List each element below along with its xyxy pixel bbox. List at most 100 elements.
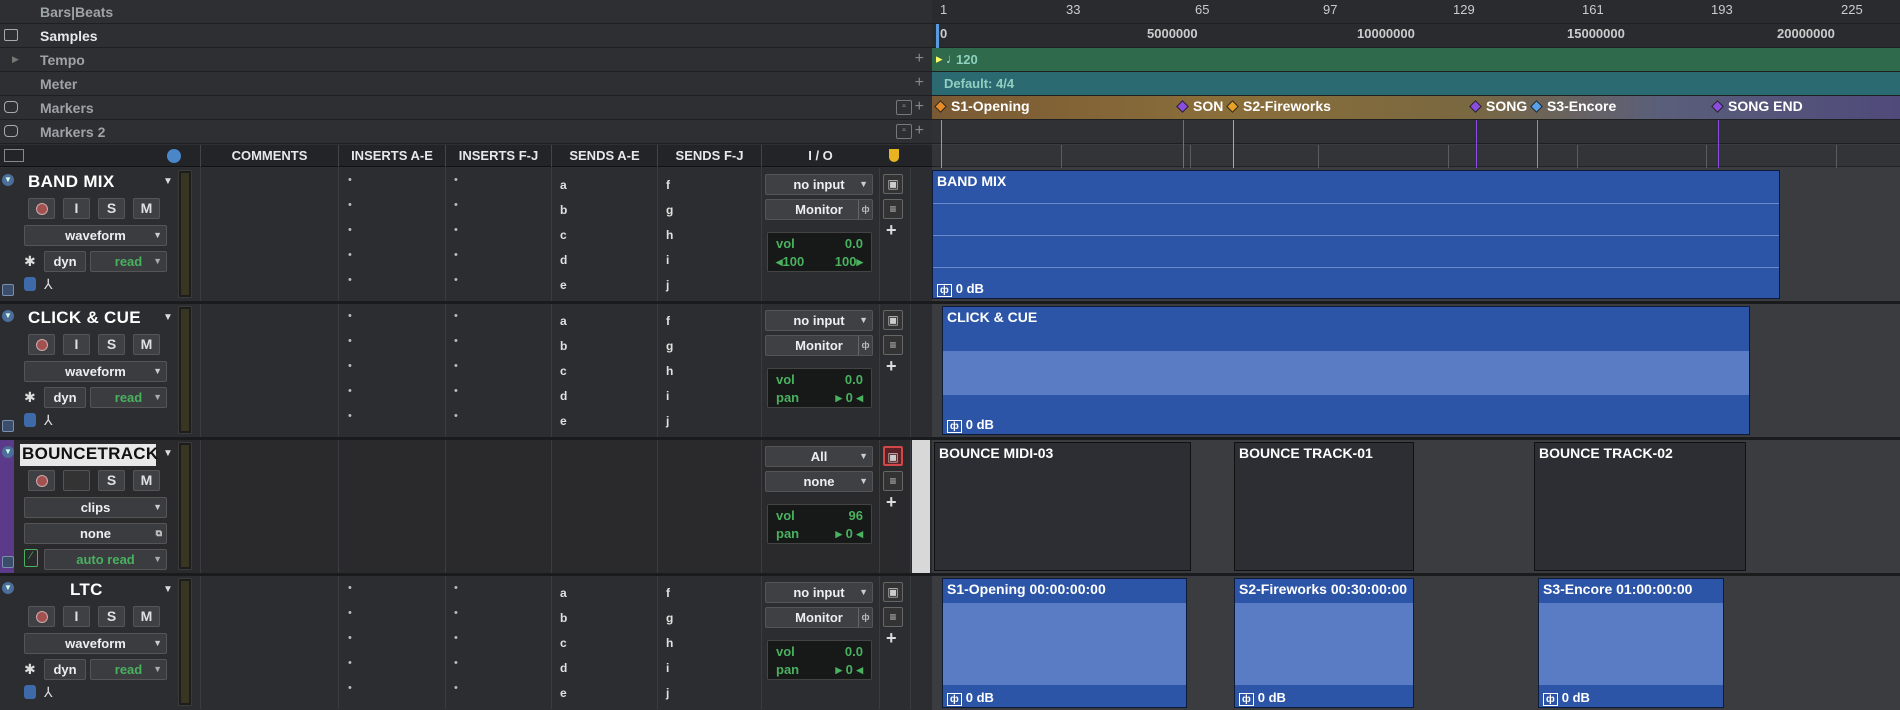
comment-icon[interactable]: ≡ [883,199,903,219]
chevron-down-icon[interactable]: ▼ [163,312,173,323]
input-select[interactable]: no input ▼ [765,582,873,603]
voice-icon[interactable]: ⅄ [44,684,53,701]
marker[interactable]: SON [1176,98,1223,114]
volume-pan-display[interactable]: vol 0.0 pan ▸ 0 ◂ [767,640,872,680]
chevron-down-icon[interactable]: ▼ [163,448,173,459]
insert-slot[interactable]: • [454,360,458,372]
send-slot[interactable]: b [560,339,567,353]
track-color-icon[interactable] [2,420,14,432]
record-button[interactable] [28,470,55,491]
samples-ruler[interactable]: 0 5000000 10000000 15000000 20000000 [932,24,1900,48]
input-button[interactable]: I [63,198,90,219]
clip[interactable]: BOUNCE TRACK-02 [1534,442,1746,571]
column-sends-fj[interactable]: SENDS F-J [657,145,761,167]
automation-mode-select[interactable]: read ▼ [90,387,167,408]
input-select[interactable]: All ▼ [765,446,873,467]
send-slot[interactable]: i [666,389,669,403]
mute-button[interactable]: M [133,470,160,491]
send-slot[interactable]: i [666,661,669,675]
automation-mode-select[interactable]: read ▼ [90,251,167,272]
solo-button[interactable]: S [98,606,125,627]
track-color-icon[interactable] [2,284,14,296]
pan-value[interactable]: ▸ 0 ◂ [835,662,863,678]
clip[interactable]: BAND MIX ф0 dB [932,170,1780,299]
clip[interactable]: CLICK & CUE ф0 dB [942,306,1750,435]
send-slot[interactable]: a [560,178,567,192]
dyn-button[interactable]: dyn [44,659,86,680]
bars-beats-ruler[interactable]: 1 33 65 97 129 161 193 225 [932,0,1900,24]
insert-slot[interactable]: • [454,274,458,286]
send-slot[interactable]: b [560,203,567,217]
track-color-icon[interactable] [2,556,14,568]
insert-slot[interactable]: • [454,385,458,397]
send-slot[interactable]: j [666,414,669,428]
output-select[interactable]: Monitor ф [765,199,873,220]
send-slot[interactable]: g [666,611,673,625]
ruler-bars-beats[interactable]: Bars|Beats [0,0,932,24]
clip-gain[interactable]: ф0 dB [1543,690,1590,706]
marker-window-icon[interactable]: ▫ [896,124,912,139]
pan-right-value[interactable]: 100▸ [835,254,863,270]
output-window-icon[interactable]: ▣ [883,310,903,330]
timebase-icon[interactable] [24,277,36,291]
input-select[interactable]: no input ▼ [765,174,873,195]
track-view-secondary[interactable]: none ⧉ [24,523,167,544]
timebase-icon[interactable] [24,413,36,427]
tempo-ruler[interactable]: ▸ ♩ 120 [932,48,1900,72]
insert-slot[interactable]: • [348,657,352,669]
asterisk-icon[interactable]: ✱ [24,389,36,406]
column-io[interactable]: I / O [761,145,879,167]
send-slot[interactable]: h [666,228,673,242]
clip[interactable]: S1-Opening 00:00:00:00 ф0 dB [942,578,1187,708]
send-slot[interactable]: f [666,586,670,600]
lane-click-cue[interactable]: CLICK & CUE ф0 dB [932,304,1900,440]
timebase-icon[interactable] [24,685,36,699]
insert-slot[interactable]: • [454,607,458,619]
send-slot[interactable]: e [560,278,567,292]
send-slot[interactable]: e [560,414,567,428]
input-button[interactable]: I [63,334,90,355]
marker-window-icon[interactable]: ▫ [896,100,912,115]
playhead[interactable] [936,24,939,48]
insert-slot[interactable]: • [348,582,352,594]
insert-slot[interactable]: • [348,385,352,397]
add-marker-icon[interactable]: + [915,98,924,116]
insert-slot[interactable]: • [454,249,458,261]
markers2-ruler[interactable] [932,120,1900,144]
clip[interactable]: S2-Fireworks 00:30:00:00 ф0 dB [1234,578,1414,708]
add-button[interactable]: + [886,356,897,377]
volume-pan-display[interactable]: vol 0.0 pan ▸ 0 ◂ [767,368,872,408]
send-slot[interactable]: d [560,253,567,267]
send-slot[interactable]: b [560,611,567,625]
track-view-select[interactable]: waveform ▼ [24,361,167,382]
meter-ruler[interactable]: Default: 4/4 [932,72,1900,96]
marker[interactable]: S2-Fireworks [1226,98,1331,114]
tempo-value[interactable]: 120 [956,52,978,67]
clip-gain[interactable]: ф0 dB [947,417,994,433]
send-slot[interactable]: h [666,636,673,650]
send-slot[interactable]: a [560,314,567,328]
send-slot[interactable]: f [666,178,670,192]
record-button[interactable] [28,198,55,219]
insert-slot[interactable]: • [348,632,352,644]
mute-button[interactable]: M [133,606,160,627]
track-bouncetrack[interactable]: ▼ BOUNCETRACK ▼ S M clips ▼ none ⧉ ⁄ auto … [0,440,932,576]
volume-pan-display[interactable]: vol 0.0 ◂100 100▸ [767,232,872,272]
marker[interactable]: S1-Opening [934,98,1030,114]
column-view-icon[interactable] [4,149,24,162]
pan-left-value[interactable]: ◂100 [776,254,804,270]
voice-icon[interactable]: ⅄ [44,412,53,429]
column-inserts-fj[interactable]: INSERTS F-J [445,145,551,167]
track-view-select[interactable]: clips ▼ [24,497,167,518]
lane-band-mix[interactable]: BAND MIX ф0 dB [932,168,1900,304]
insert-slot[interactable]: • [454,199,458,211]
lane-ltc[interactable]: S1-Opening 00:00:00:00 ф0 dB S2-Firework… [932,576,1900,710]
track-view-select[interactable]: waveform ▼ [24,225,167,246]
insert-slot[interactable]: • [454,682,458,694]
track-ltc[interactable]: ▼ LTC ▼ I S M waveform ▼ ✱ dyn read ▼ ⅄ • • • •… [0,576,932,710]
insert-slot[interactable]: • [348,607,352,619]
track-view-select[interactable]: waveform ▼ [24,633,167,654]
insert-slot[interactable]: • [454,174,458,186]
send-slot[interactable]: g [666,339,673,353]
solo-button[interactable]: S [98,198,125,219]
